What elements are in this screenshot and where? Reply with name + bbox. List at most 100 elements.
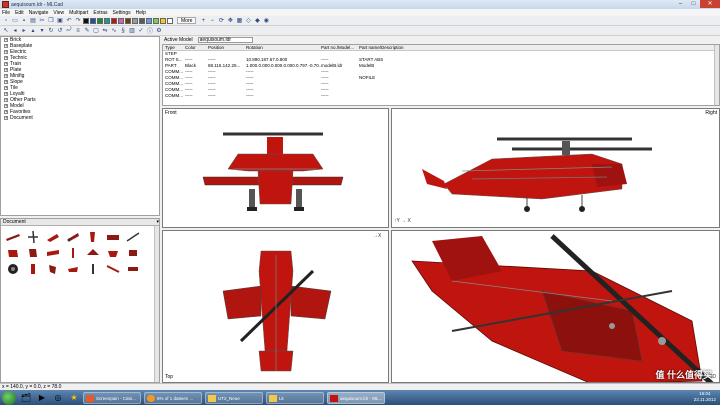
spring-icon[interactable]: § <box>119 27 127 35</box>
step-icon[interactable]: ≡ <box>74 27 82 35</box>
copy-icon[interactable]: ❐ <box>47 17 55 25</box>
column-header[interactable]: Part no./Model... <box>321 45 359 50</box>
part-thumbnail[interactable] <box>84 262 102 276</box>
menu-multipart[interactable]: Multipart <box>69 10 88 16</box>
menu-navigate[interactable]: Navigate <box>29 10 49 16</box>
viewport-right[interactable]: Right ↑Y → X <box>391 108 720 228</box>
part-thumbnail[interactable] <box>44 262 62 276</box>
info-icon[interactable]: ⓘ <box>146 27 154 35</box>
part-thumbnail[interactable] <box>104 262 122 276</box>
color-swatch-brown[interactable] <box>125 17 131 24</box>
column-header[interactable]: Rotation <box>246 45 321 50</box>
part-thumbnail[interactable] <box>64 246 82 260</box>
part-thumbnail[interactable] <box>24 230 42 244</box>
menu-file[interactable]: File <box>2 10 10 16</box>
wireframe-icon[interactable]: ◇ <box>244 17 252 25</box>
rotate-icon[interactable]: ⟳ <box>217 17 225 25</box>
rotate-y-icon[interactable]: ↺ <box>56 27 64 35</box>
part-thumbnail[interactable] <box>124 230 142 244</box>
undo-icon[interactable]: ↶ <box>65 17 73 25</box>
minimize-button[interactable]: – <box>674 0 687 8</box>
viewport-3d[interactable]: 3D <box>391 230 720 383</box>
group-icon[interactable]: ▢ <box>92 27 100 35</box>
part-thumbnail[interactable] <box>4 246 22 260</box>
redo-icon[interactable]: ↷ <box>74 17 82 25</box>
expand-icon[interactable]: + <box>4 110 8 114</box>
start-button[interactable] <box>2 390 16 405</box>
part-thumbnail[interactable] <box>84 230 102 244</box>
grid-icon[interactable]: ▦ <box>235 17 243 25</box>
part-thumbnail[interactable] <box>124 262 142 276</box>
rotate-z-icon[interactable]: ⤾ <box>65 27 73 35</box>
open-folder-icon[interactable]: ▭ <box>11 17 19 25</box>
color-swatch-red[interactable] <box>111 17 117 24</box>
part-thumbnail[interactable] <box>64 262 82 276</box>
expand-icon[interactable]: + <box>4 80 8 84</box>
part-thumbnail[interactable] <box>124 246 142 260</box>
expand-icon[interactable]: + <box>4 104 8 108</box>
part-thumbnail[interactable] <box>44 246 62 260</box>
color-swatch-yellow[interactable] <box>160 17 166 24</box>
color-swatch-pink[interactable] <box>118 17 124 24</box>
table-row[interactable]: COMM... ----- ----- ----- ----- <box>163 93 719 99</box>
media-pin-icon[interactable]: ▶ <box>35 392 49 404</box>
part-thumbnail[interactable] <box>4 230 22 244</box>
expand-icon[interactable]: + <box>4 50 8 54</box>
arrow-right-icon[interactable]: ▸ <box>20 27 28 35</box>
color-swatch-green[interactable] <box>97 17 103 24</box>
active-model-select[interactable]: aequisoum.ldr <box>197 37 253 43</box>
part-thumbnail[interactable] <box>24 262 42 276</box>
part-thumbnail[interactable] <box>84 246 102 260</box>
system-clock[interactable]: 16:04 23.11.2012 <box>694 391 716 403</box>
tree-item-document[interactable]: + Document <box>1 115 159 121</box>
menu-edit[interactable]: Edit <box>15 10 24 16</box>
expand-icon[interactable]: + <box>4 56 8 60</box>
expand-icon[interactable]: + <box>4 44 8 48</box>
color-swatch-darkgrey[interactable] <box>139 17 145 24</box>
mirror-icon[interactable]: ⇋ <box>101 27 109 35</box>
more-colors-button[interactable]: More <box>177 17 197 24</box>
explorer-pin-icon[interactable]: 🗂 <box>19 392 33 404</box>
part-thumbnail[interactable] <box>64 230 82 244</box>
arrow-left-icon[interactable]: ◂ <box>11 27 19 35</box>
color-swatch-grey[interactable] <box>132 17 138 24</box>
taskbar-item[interactable]: 5% of 1 dateien ... <box>144 391 202 404</box>
print-icon[interactable]: ▤ <box>29 17 37 25</box>
new-file-icon[interactable]: ▫ <box>2 17 10 25</box>
taskbar-item[interactable]: Screenpain - Cato... <box>83 391 141 404</box>
expand-icon[interactable]: + <box>4 116 8 120</box>
dropdown-arrow-icon[interactable]: ▾ <box>156 219 159 225</box>
browser-pin-icon[interactable]: ◎ <box>51 392 65 404</box>
expand-icon[interactable]: + <box>4 74 8 78</box>
menu-extras[interactable]: Extras <box>93 10 107 16</box>
column-header[interactable]: Position <box>208 45 246 50</box>
expand-icon[interactable]: + <box>4 98 8 102</box>
cut-icon[interactable]: ✂ <box>38 17 46 25</box>
taskbar-item-active[interactable]: aequisoum.ldr - ML... <box>327 391 385 404</box>
maximize-button[interactable]: □ <box>687 0 700 8</box>
zoom-in-icon[interactable]: + <box>199 17 207 25</box>
menu-view[interactable]: View <box>53 10 64 16</box>
menu-help[interactable]: Help <box>136 10 146 16</box>
color-swatch-black[interactable] <box>83 17 89 24</box>
expand-icon[interactable]: + <box>4 68 8 72</box>
column-header[interactable]: Part name/Description <box>359 45 439 50</box>
color-swatch-blue[interactable] <box>90 17 96 24</box>
flex-icon[interactable]: ∿ <box>110 27 118 35</box>
arrow-down-icon[interactable]: ▾ <box>38 27 46 35</box>
comment-icon[interactable]: ✎ <box>83 27 91 35</box>
part-thumbnail[interactable] <box>104 246 122 260</box>
color-swatch-lightblue[interactable] <box>146 17 152 24</box>
column-header[interactable]: Type <box>163 45 185 50</box>
zoom-out-icon[interactable]: − <box>208 17 216 25</box>
close-button[interactable]: ✕ <box>700 0 720 8</box>
arrow-up-icon[interactable]: ▴ <box>29 27 37 35</box>
expand-icon[interactable]: + <box>4 62 8 66</box>
color-swatch-white[interactable] <box>167 17 173 24</box>
camera-icon[interactable]: ◉ <box>262 17 270 25</box>
part-thumbnail[interactable] <box>104 230 122 244</box>
color-swatch-lime[interactable] <box>153 17 159 24</box>
column-header[interactable]: Color <box>185 45 208 50</box>
move-icon[interactable]: ✥ <box>226 17 234 25</box>
star-pin-icon[interactable]: ★ <box>67 392 81 404</box>
